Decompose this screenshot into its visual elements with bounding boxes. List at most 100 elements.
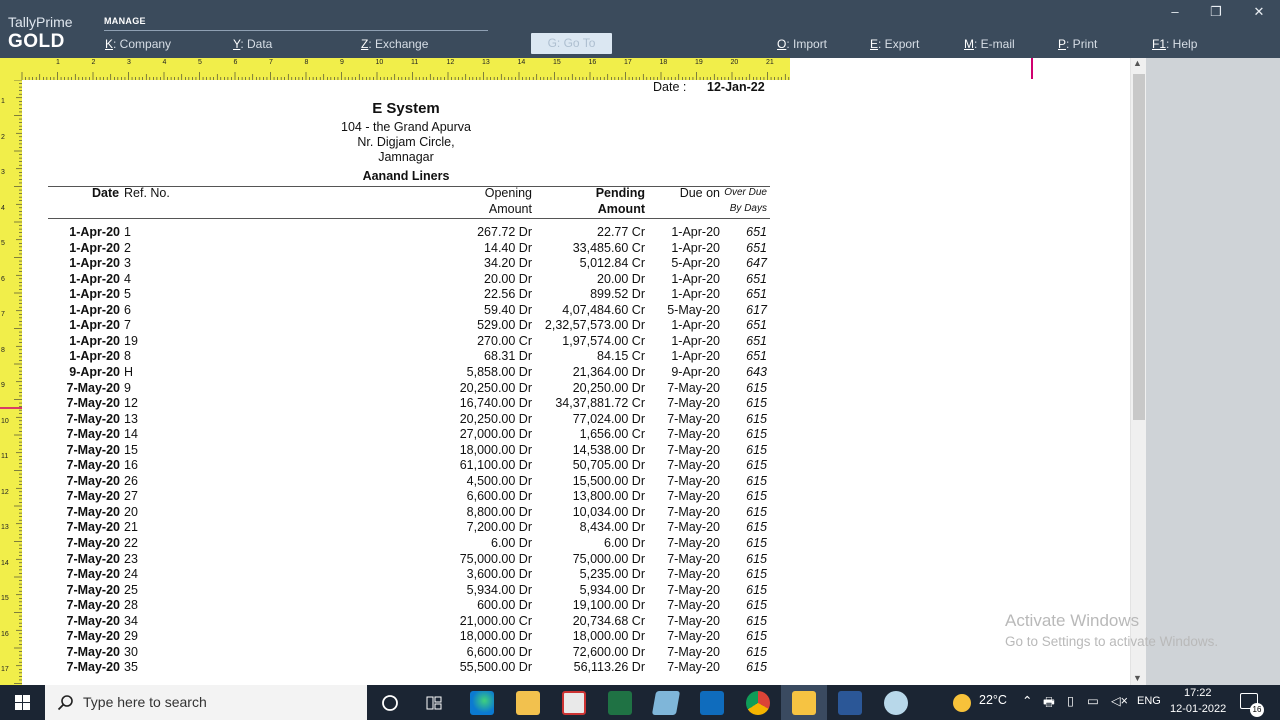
- table-row[interactable]: 1-Apr-20 19 270.00 Cr 1,97,574.00 Cr 1-Apr-2…: [22, 334, 790, 349]
- language-indicator[interactable]: ENG: [1137, 695, 1161, 707]
- cell-date: 1-Apr-20: [69, 349, 120, 364]
- menu-import[interactable]: O: Import: [777, 37, 827, 51]
- cell-date: 1-Apr-20: [69, 287, 120, 302]
- cell-opening: 55,500.00 Dr: [459, 660, 532, 675]
- menu-help[interactable]: F1: Help: [1152, 37, 1197, 51]
- cell-opening: 4,500.00 Dr: [466, 473, 532, 488]
- table-row[interactable]: 7-May-20 9 20,250.00 Dr 20,250.00 Dr 7-May-2…: [22, 381, 790, 396]
- cell-over: 651: [746, 240, 767, 255]
- table-row[interactable]: 7-May-20 35 55,500.00 Dr 56,113.26 Dr 7-May-…: [22, 660, 790, 675]
- cell-date: 7-May-20: [66, 458, 121, 473]
- cortana-icon[interactable]: [380, 693, 400, 713]
- ruler-number: 1: [1, 98, 5, 105]
- table-row[interactable]: 1-Apr-20 7 529.00 Dr 2,32,57,573.00 Dr 1-Apr…: [22, 318, 790, 333]
- weather-temp[interactable]: 22°C: [979, 693, 1007, 707]
- cell-ref: 26: [124, 473, 138, 488]
- printer-icon[interactable]: 🖶: [1043, 693, 1055, 714]
- windows-logo-icon: [15, 695, 30, 710]
- excel-icon[interactable]: [608, 691, 632, 715]
- cell-ref: 15: [124, 442, 138, 457]
- table-row[interactable]: 7-May-20 34 21,000.00 Cr 20,734.68 Cr 7-May-…: [22, 614, 790, 629]
- start-button[interactable]: [0, 685, 45, 720]
- menu-data[interactable]: Y: Data: [233, 37, 272, 51]
- cell-pending: 18,000.00 Dr: [572, 629, 645, 644]
- minimize-button[interactable]: –: [1165, 4, 1185, 19]
- ruler-number: 2: [91, 59, 96, 66]
- clock-date[interactable]: 12-01-2022: [1170, 703, 1226, 715]
- table-row[interactable]: 1-Apr-20 3 34.20 Dr 5,012.84 Cr 5-Apr-20 647: [22, 256, 790, 271]
- close-button[interactable]: ✕: [1249, 4, 1269, 20]
- cell-pending: 34,37,881.72 Cr: [555, 396, 645, 411]
- search-placeholder: Type here to search: [83, 694, 207, 710]
- table-row[interactable]: 9-Apr-20 H 5,858.00 Dr 21,364.00 Dr 9-Apr-20…: [22, 365, 790, 380]
- table-row[interactable]: 7-May-20 26 4,500.00 Dr 15,500.00 Dr 7-May-2…: [22, 474, 790, 489]
- word-icon[interactable]: [838, 691, 862, 715]
- cell-opening: 68.31 Dr: [484, 349, 532, 364]
- col-header-date: Date: [92, 186, 120, 200]
- ruler-ticks: [21, 72, 790, 80]
- table-row[interactable]: 7-May-20 21 7,200.00 Dr 8,434.00 Dr 7-May-20…: [22, 520, 790, 535]
- party-name: Aanand Liners: [362, 169, 450, 183]
- task-view-icon[interactable]: [424, 693, 444, 713]
- table-row[interactable]: 7-May-20 24 3,600.00 Dr 5,235.00 Dr 7-May-20…: [22, 567, 790, 582]
- weather-icon[interactable]: [953, 694, 971, 712]
- table-row[interactable]: 1-Apr-20 5 22.56 Dr 899.52 Dr 1-Apr-20 651: [22, 287, 790, 302]
- table-row[interactable]: 7-May-20 12 16,740.00 Dr 34,37,881.72 Cr 7-M…: [22, 396, 790, 411]
- scroll-up-icon[interactable]: ▲: [1133, 58, 1142, 68]
- app-icon[interactable]: [651, 691, 681, 715]
- taskbar-search[interactable]: Type here to search: [45, 685, 367, 720]
- cell-date: 1-Apr-20: [69, 256, 120, 271]
- scroll-thumb[interactable]: [1133, 74, 1145, 420]
- menu-email[interactable]: M: E-mail: [964, 37, 1015, 51]
- cell-over: 615: [746, 660, 767, 675]
- table-row[interactable]: 7-May-20 20 8,800.00 Dr 10,034.00 Dr 7-May-2…: [22, 505, 790, 520]
- battery-icon[interactable]: ▯: [1067, 693, 1074, 708]
- goto-button[interactable]: G: Go To: [531, 33, 612, 54]
- edge-icon[interactable]: [470, 691, 494, 715]
- cell-ref: 23: [124, 551, 138, 566]
- calculator-icon[interactable]: [562, 691, 586, 715]
- table-row[interactable]: 7-May-20 25 5,934.00 Dr 5,934.00 Dr 7-May-20…: [22, 583, 790, 598]
- cell-over: 615: [746, 442, 767, 457]
- vertical-scrollbar[interactable]: ▲ ▼: [1130, 58, 1146, 685]
- cell-date: 1-Apr-20: [69, 225, 120, 239]
- volume-icon[interactable]: ◁×: [1111, 693, 1128, 708]
- table-row[interactable]: 7-May-20 28 600.00 Dr 19,100.00 Dr 7-May-20 6…: [22, 598, 790, 613]
- outlook-icon[interactable]: [700, 691, 724, 715]
- menu-print[interactable]: P: Print: [1058, 37, 1097, 51]
- table-row[interactable]: 7-May-20 27 6,600.00 Dr 13,800.00 Dr 7-May-2…: [22, 489, 790, 504]
- table-row[interactable]: 1-Apr-20 8 68.31 Dr 84.15 Cr 1-Apr-20 651: [22, 349, 790, 364]
- table-row[interactable]: 1-Apr-20 6 59.40 Dr 4,07,484.60 Cr 5-May-20 6…: [22, 303, 790, 318]
- table-row[interactable]: 7-May-20 16 61,100.00 Dr 50,705.00 Dr 7-May-…: [22, 458, 790, 473]
- table-row[interactable]: 7-May-20 22 6.00 Dr 6.00 Dr 7-May-20 615: [22, 536, 790, 551]
- table-row[interactable]: 7-May-20 23 75,000.00 Dr 75,000.00 Dr 7-May-…: [22, 552, 790, 567]
- chrome-icon[interactable]: [746, 691, 770, 715]
- scroll-down-icon[interactable]: ▼: [1133, 673, 1142, 683]
- table-row[interactable]: 7-May-20 15 18,000.00 Dr 14,538.00 Dr 7-May-…: [22, 443, 790, 458]
- table-row[interactable]: 1-Apr-20 4 20.00 Dr 20.00 Dr 1-Apr-20 651: [22, 272, 790, 287]
- table-row[interactable]: 1-Apr-20 2 14.40 Dr 33,485.60 Cr 1-Apr-20 651: [22, 241, 790, 256]
- ruler-number: 14: [1, 559, 9, 567]
- table-row[interactable]: 7-May-20 30 6,600.00 Dr 72,600.00 Dr 7-May-2…: [22, 645, 790, 660]
- tray-chevron-icon[interactable]: ⌃: [1022, 693, 1032, 708]
- clock-time[interactable]: 17:22: [1184, 687, 1212, 699]
- ruler-number: 10: [1, 417, 9, 425]
- table-row[interactable]: 7-May-20 14 27,000.00 Dr 1,656.00 Cr 7-May-2…: [22, 427, 790, 442]
- table-row[interactable]: 7-May-20 13 20,250.00 Dr 77,024.00 Dr 7-May-…: [22, 412, 790, 427]
- network-icon[interactable]: ▭: [1087, 693, 1099, 708]
- cell-over: 615: [746, 520, 767, 535]
- cell-pending: 22.77 Cr: [597, 225, 645, 239]
- menu-export[interactable]: E: Export: [870, 37, 919, 51]
- restore-button[interactable]: ❐: [1206, 4, 1226, 20]
- table-row[interactable]: 1-Apr-20 1 267.72 Dr 22.77 Cr 1-Apr-20 651: [22, 225, 790, 240]
- cell-ref: H: [124, 364, 134, 379]
- menu-company[interactable]: K: Company: [105, 37, 171, 51]
- file-explorer-icon[interactable]: [516, 691, 540, 715]
- tally-taskbar-slot[interactable]: [781, 685, 827, 720]
- paint-icon[interactable]: [884, 691, 908, 715]
- table-row[interactable]: 7-May-20 29 18,000.00 Dr 18,000.00 Dr 7-May-…: [22, 629, 790, 644]
- cell-ref: 8: [124, 349, 131, 364]
- cell-ref: 20: [124, 504, 138, 519]
- cell-pending: 1,656.00 Cr: [579, 427, 645, 442]
- menu-exchange[interactable]: Z: Exchange: [361, 37, 428, 51]
